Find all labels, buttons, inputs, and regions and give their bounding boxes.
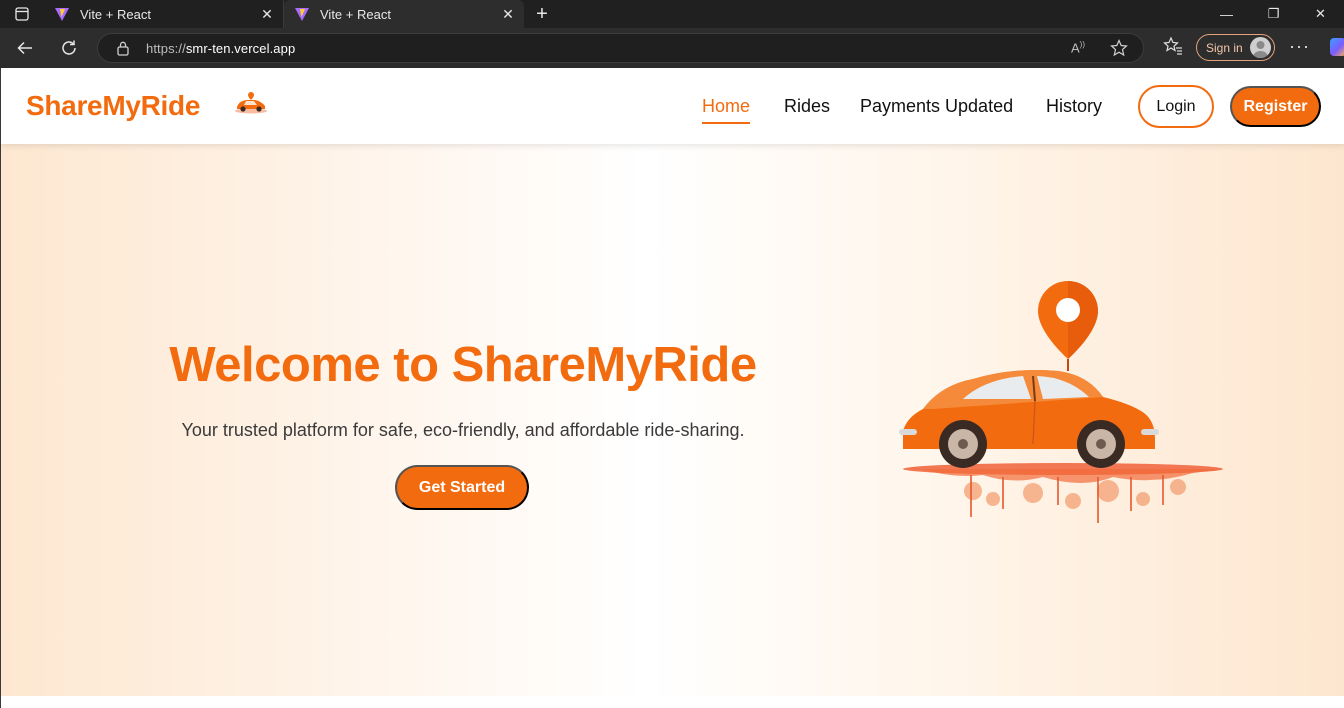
- favorites-icon[interactable]: [1163, 36, 1183, 56]
- hero-section: Welcome to ShareMyRide Your trusted plat…: [1, 144, 1344, 696]
- register-button[interactable]: Register: [1230, 86, 1321, 127]
- browser-toolbar: https://smr-ten.vercel.app A)) Sign in ·…: [0, 28, 1344, 68]
- copilot-icon[interactable]: [1330, 38, 1344, 56]
- nav-rides[interactable]: Rides: [784, 96, 830, 117]
- read-aloud-icon[interactable]: A)): [1071, 40, 1085, 55]
- more-icon[interactable]: ···: [1289, 36, 1310, 57]
- site-navbar: ShareMyRide Home Rides Payments Updated …: [1, 68, 1344, 144]
- vite-favicon-icon: [55, 8, 69, 21]
- refresh-icon[interactable]: [57, 36, 81, 60]
- page-viewport: ShareMyRide Home Rides Payments Updated …: [0, 68, 1344, 708]
- avatar-icon: [1250, 37, 1271, 58]
- close-icon[interactable]: ✕: [500, 6, 516, 22]
- tab-actions-icon: [15, 7, 29, 21]
- restore-icon[interactable]: ❐: [1250, 0, 1297, 28]
- back-arrow-icon[interactable]: [13, 36, 37, 60]
- star-icon[interactable]: [1110, 39, 1128, 57]
- browser-tab-strip: Vite + React ✕ Vite + React ✕ + — ❐ ✕: [0, 0, 1344, 28]
- nav-home[interactable]: Home: [702, 96, 751, 124]
- lock-icon[interactable]: [116, 40, 130, 56]
- sign-in-label: Sign in: [1206, 40, 1243, 55]
- plus-icon[interactable]: +: [524, 0, 560, 28]
- vite-favicon-icon: [295, 8, 309, 21]
- brand-logo-text[interactable]: ShareMyRide: [26, 90, 200, 122]
- hero-title: Welcome to ShareMyRide: [169, 338, 757, 392]
- sign-in-button[interactable]: Sign in: [1196, 34, 1275, 61]
- browser-tab[interactable]: Vite + React ✕: [44, 0, 284, 28]
- hero-subtitle: Your trusted platform for safe, eco-frie…: [181, 420, 745, 440]
- tab-title: Vite + React: [320, 6, 391, 22]
- nav-payments-updated[interactable]: Payments Updated: [860, 96, 1013, 117]
- car-logo-icon: [235, 92, 267, 114]
- tab-actions-button[interactable]: [0, 0, 44, 28]
- login-button[interactable]: Login: [1138, 85, 1214, 128]
- tab-title: Vite + React: [80, 6, 151, 22]
- browser-tab-active[interactable]: Vite + React ✕: [284, 0, 524, 28]
- close-icon[interactable]: ✕: [259, 6, 275, 22]
- get-started-button[interactable]: Get Started: [395, 465, 529, 510]
- address-bar[interactable]: https://smr-ten.vercel.app A)): [97, 33, 1144, 63]
- wheel: [939, 420, 987, 468]
- window-controls: — ❐ ✕: [1203, 0, 1344, 28]
- window-close-icon[interactable]: ✕: [1297, 0, 1344, 28]
- page-bottom-edge: [1, 696, 1344, 708]
- url-host: smr-ten.vercel.app: [185, 41, 296, 56]
- wheel: [1077, 420, 1125, 468]
- nav-history[interactable]: History: [1046, 96, 1102, 117]
- url-scheme: https://: [146, 41, 186, 56]
- url-text: https://smr-ten.vercel.app: [146, 41, 295, 56]
- minimize-icon[interactable]: —: [1203, 0, 1250, 28]
- car-with-location-pin-illustration: [899, 281, 1223, 523]
